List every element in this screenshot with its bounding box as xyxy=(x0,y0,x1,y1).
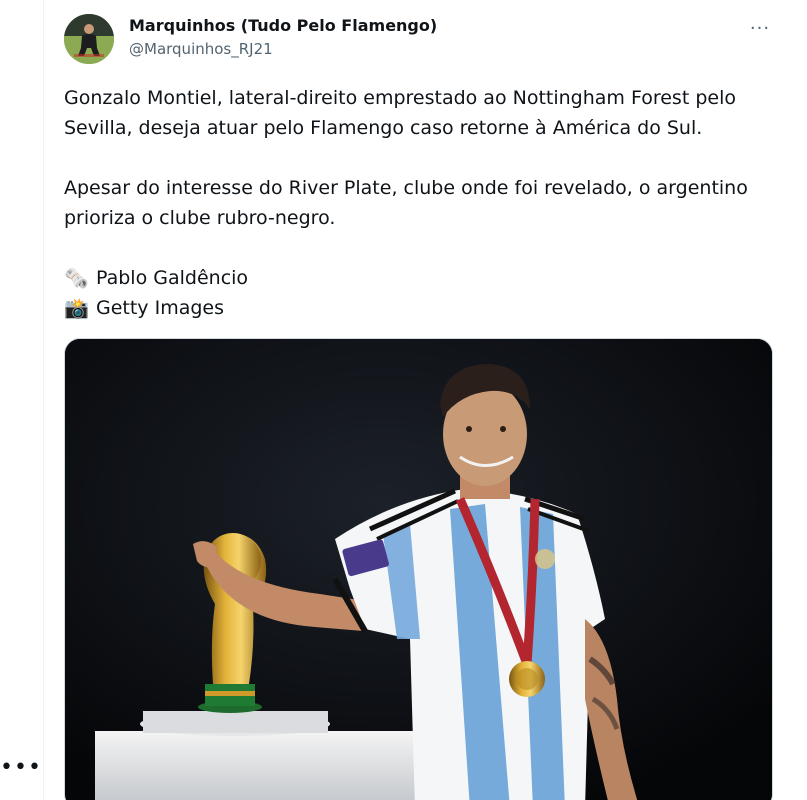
newspaper-icon: 🗞️ xyxy=(64,266,89,290)
page: ••• Marquinhos (Tudo Pelo Flamengo) @Mar… xyxy=(0,0,807,800)
more-dots-icon: ··· xyxy=(749,17,771,39)
credit-writer-text: Pablo Galdêncio xyxy=(96,267,249,289)
tweet-paragraph-2: Apesar do interesse do River Plate, club… xyxy=(64,177,748,229)
sidebar-more-button[interactable]: ••• xyxy=(0,756,42,780)
tweet-paragraph-1: Gonzalo Montiel, lateral-direito emprest… xyxy=(64,87,736,139)
photo-image xyxy=(65,339,772,800)
more-options-button[interactable]: ··· xyxy=(743,14,777,42)
tweet: Marquinhos (Tudo Pelo Flamengo) @Marquin… xyxy=(44,0,807,800)
author-handle[interactable]: @Marquinhos_RJ21 xyxy=(129,38,437,60)
author-info: Marquinhos (Tudo Pelo Flamengo) @Marquin… xyxy=(129,14,437,60)
camera-flash-icon: 📸 xyxy=(64,296,89,320)
tweet-photo[interactable] xyxy=(64,338,773,800)
author-display-name[interactable]: Marquinhos (Tudo Pelo Flamengo) xyxy=(129,14,437,38)
left-sidebar: ••• xyxy=(0,0,44,800)
credit-photo-text: Getty Images xyxy=(96,297,224,319)
credit-writer: 🗞️ Pablo Galdêncio xyxy=(64,263,794,293)
avatar-image xyxy=(64,14,114,64)
tweet-text: Gonzalo Montiel, lateral-direito emprest… xyxy=(64,83,794,323)
credit-photo: 📸 Getty Images xyxy=(64,293,794,323)
avatar[interactable] xyxy=(64,14,114,64)
